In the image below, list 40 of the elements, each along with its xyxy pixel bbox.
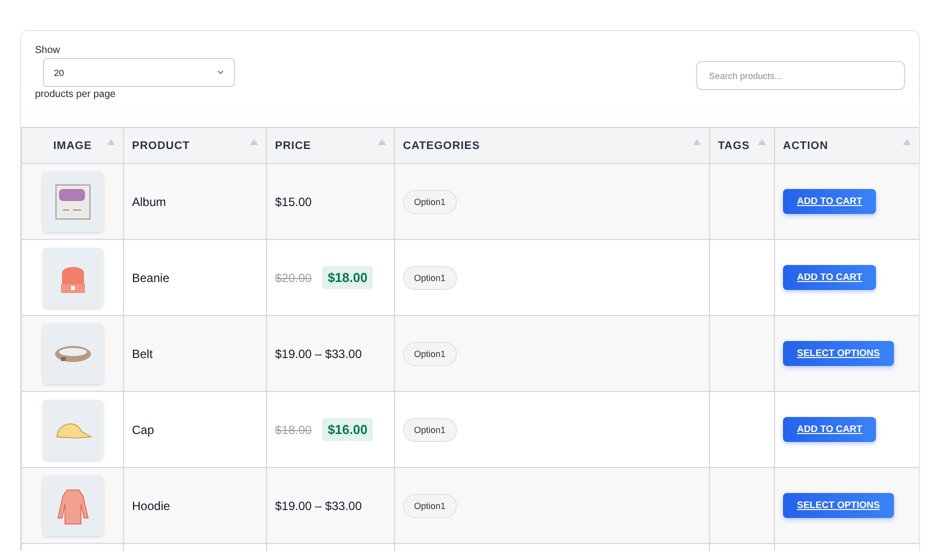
- show-label: Show: [35, 45, 62, 56]
- search-field[interactable]: Search products...: [696, 61, 905, 90]
- sort-icon[interactable]: [250, 139, 258, 145]
- sort-icon[interactable]: [758, 139, 766, 145]
- price: $15.00: [275, 194, 312, 208]
- action-button[interactable]: SELECT OPTIONS: [783, 493, 894, 518]
- sort-icon[interactable]: [378, 139, 386, 145]
- product-thumbnail[interactable]: [42, 324, 102, 384]
- per-page-label: products per page: [35, 89, 117, 100]
- sort-icon[interactable]: [903, 139, 911, 145]
- sale-price: $16.00: [322, 418, 374, 441]
- price: $19.00 – $33.00: [275, 346, 362, 360]
- column-header[interactable]: PRICE: [266, 128, 394, 164]
- column-header[interactable]: CATEGORIES: [394, 128, 710, 164]
- old-price: $20.00: [275, 271, 312, 285]
- sale-price: $18.00: [322, 266, 374, 289]
- old-price: $18.00: [275, 423, 312, 437]
- product-thumbnail[interactable]: [42, 172, 102, 232]
- action-button[interactable]: ADD TO CART: [783, 189, 876, 214]
- action-button[interactable]: ADD TO CART: [783, 417, 876, 442]
- product-thumbnail[interactable]: [42, 400, 102, 460]
- category-tag[interactable]: Option1: [403, 494, 457, 518]
- album-cover-icon: [54, 184, 90, 220]
- category-tag[interactable]: Option1: [403, 342, 457, 366]
- sort-icon[interactable]: [107, 139, 115, 145]
- chevron-down-icon: [217, 70, 224, 75]
- action-button[interactable]: ADD TO CART: [783, 265, 876, 290]
- column-header[interactable]: ACTION: [774, 128, 919, 164]
- action-button[interactable]: SELECT OPTIONS: [783, 341, 894, 366]
- category-tag[interactable]: Option1: [403, 418, 457, 442]
- product-thumbnail[interactable]: [42, 476, 102, 536]
- page-size-select[interactable]: 20: [43, 58, 235, 87]
- column-header[interactable]: PRODUCT: [124, 128, 266, 164]
- price: $19.00 – $33.00: [275, 498, 362, 512]
- sort-icon[interactable]: [693, 139, 701, 145]
- column-header[interactable]: IMAGE: [22, 128, 124, 164]
- column-header[interactable]: TAGS: [710, 128, 774, 164]
- product-thumbnail[interactable]: [42, 248, 102, 308]
- category-tag[interactable]: Option1: [403, 190, 457, 214]
- category-tag[interactable]: Option1: [403, 266, 457, 290]
